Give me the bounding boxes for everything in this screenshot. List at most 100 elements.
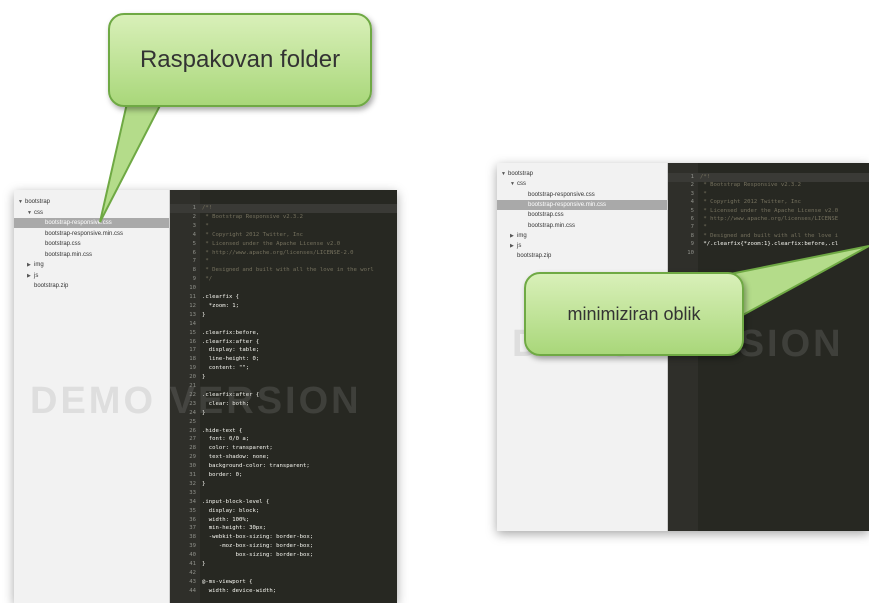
tree-item[interactable]: ▼ bootstrap	[497, 169, 667, 179]
minified-callout-tail	[730, 245, 869, 324]
code-line: 29 text-shadow: none;	[170, 453, 397, 462]
line-number: 6	[192, 249, 196, 256]
code-line: 17 display: table;	[170, 346, 397, 355]
code-text: box-sizing: border-box;	[202, 552, 314, 559]
line-number: 10	[189, 285, 196, 292]
code-line: 30 background-color: transparent;	[170, 462, 397, 471]
tree-item[interactable]: ▼ css	[497, 179, 667, 189]
code-line: 40 box-sizing: border-box;	[170, 551, 397, 560]
code-line: 38 -webkit-box-sizing: border-box;	[170, 533, 397, 542]
line-number: 16	[189, 338, 196, 345]
tree-item-label: img	[34, 262, 44, 268]
code-text: *zoom: 1;	[202, 302, 240, 309]
line-number: 17	[189, 347, 196, 354]
line-number: 38	[189, 534, 196, 541]
tree-item-label: bootstrap	[25, 199, 51, 205]
tree-item-label: css	[34, 209, 43, 216]
folder-callout: Raspakovan folder	[108, 13, 372, 107]
code-line: 13}	[170, 311, 397, 320]
code-text: font: 0/0 a;	[202, 436, 250, 443]
code-text: -webkit-box-sizing: border-box;	[202, 534, 314, 541]
code-line: 28 color: transparent;	[170, 444, 397, 453]
code-line: 42	[170, 569, 397, 578]
left-editor-screenshot: ▼ bootstrap ▼ css bootstrap-responsive.css bo…	[14, 190, 397, 603]
tree-item[interactable]: ▶ img	[14, 260, 169, 270]
code-line: 19 content: "";	[170, 364, 397, 373]
tree-item[interactable]: bootstrap-responsive.min.css	[497, 199, 667, 210]
code-text: .clearfix:before,	[202, 329, 260, 336]
tree-item[interactable]: bootstrap.zip	[14, 281, 169, 291]
tree-item[interactable]: bootstrap.css	[14, 239, 169, 249]
collapse-arrow-icon: ▶	[510, 243, 514, 250]
line-number: 5	[192, 240, 196, 247]
line-number: 15	[189, 329, 196, 336]
code-text: *	[700, 224, 707, 231]
code-text: * Licensed under the Apache License v2.0	[202, 240, 341, 247]
tree-item-label: img	[517, 232, 527, 239]
line-number: 36	[189, 516, 196, 523]
code-text: * http://www.apache.org/licenses/LICENSE…	[202, 249, 354, 256]
tree-item[interactable]: ▶ js	[497, 241, 667, 251]
code-line: 16 .clearfix:after {	[170, 338, 397, 347]
code-line: 33	[170, 489, 397, 498]
code-line: 27 font: 0/0 a;	[170, 435, 397, 444]
tree-item[interactable]: ▶ img	[497, 231, 667, 241]
line-number: 12	[189, 302, 196, 309]
code-line: 18 line-height: 0;	[170, 355, 397, 364]
code-text: display: table;	[202, 347, 260, 354]
code-line: 15 .clearfix:before,	[170, 329, 397, 338]
code-text: display: block;	[202, 507, 260, 514]
line-number: 33	[189, 489, 196, 496]
tree-item-label: bootstrap	[508, 171, 534, 177]
line-number: 35	[189, 507, 196, 514]
tree-item[interactable]: bootstrap-responsive.css	[497, 190, 667, 200]
code-line: 2 * Bootstrap Responsive v2.3.2	[170, 213, 397, 222]
tree-item[interactable]: bootstrap-responsive.min.css	[14, 229, 169, 239]
code-line: 43 @-ms-viewport {	[170, 578, 397, 587]
line-number: 44	[189, 587, 196, 594]
code-line: 35 display: block;	[170, 507, 397, 516]
left-watermark: DEMO VERSION	[30, 380, 362, 422]
tree-item[interactable]: bootstrap.zip	[497, 251, 667, 261]
tree-item-label: bootstrap.min.css	[45, 251, 93, 258]
code-text: *	[202, 222, 209, 229]
folder-callout-label: Raspakovan folder	[139, 46, 341, 73]
code-text: width: device-width;	[202, 587, 277, 594]
tree-item-label: js	[34, 272, 39, 279]
minified-callout-label: minimiziran oblik	[567, 303, 701, 324]
line-number: 19	[189, 365, 196, 372]
code-text: }	[202, 561, 206, 567]
line-number: 37	[189, 525, 196, 532]
tree-item[interactable]: bootstrap.min.css	[497, 221, 667, 231]
code-text: * Copyright 2012 Twitter, Inc	[202, 231, 304, 238]
code-text: *	[202, 258, 209, 265]
code-line: 32}	[170, 480, 397, 489]
code-text: *	[700, 190, 707, 197]
line-number: 40	[189, 552, 196, 559]
code-line: 34 .input-block-level {	[170, 498, 397, 507]
code-text: @-ms-viewport {	[202, 578, 253, 585]
tree-item[interactable]: ▶ js	[14, 271, 169, 281]
code-line: 39 -moz-box-sizing: border-box;	[170, 542, 397, 551]
code-line: 44 width: device-width;	[170, 587, 397, 596]
code-text: content: "";	[202, 365, 250, 372]
code-text: */	[202, 276, 213, 283]
code-line: 11 .clearfix {	[170, 293, 397, 302]
collapse-arrow-icon: ▶	[510, 232, 514, 239]
tree-item[interactable]: bootstrap.min.css	[14, 250, 169, 260]
code-text: .input-block-level {	[202, 498, 270, 505]
code-text: * Licensed under the Apache License v2.0	[700, 207, 839, 214]
code-line: 6 * http://www.apache.org/licenses/LICEN…	[170, 249, 397, 258]
code-text: * http://www.apache.org/licenses/LICENSE	[700, 216, 839, 222]
code-line: 5 * Licensed under the Apache License v2…	[170, 240, 397, 249]
tree-item-label: js	[517, 243, 522, 250]
code-line: 8 * Designed and built with all the love…	[170, 266, 397, 275]
code-text: min-height: 30px;	[202, 525, 266, 532]
code-line: 4 * Copyright 2012 Twitter, Inc	[170, 231, 397, 240]
folder-callout-tail	[99, 90, 170, 223]
code-line: 31 border: 0;	[170, 471, 397, 480]
code-text: * Designed and built with all the love i…	[202, 267, 374, 274]
code-text: color: transparent;	[202, 445, 273, 452]
code-text: background-color: transparent;	[202, 463, 310, 470]
tree-item[interactable]: bootstrap.css	[497, 210, 667, 220]
